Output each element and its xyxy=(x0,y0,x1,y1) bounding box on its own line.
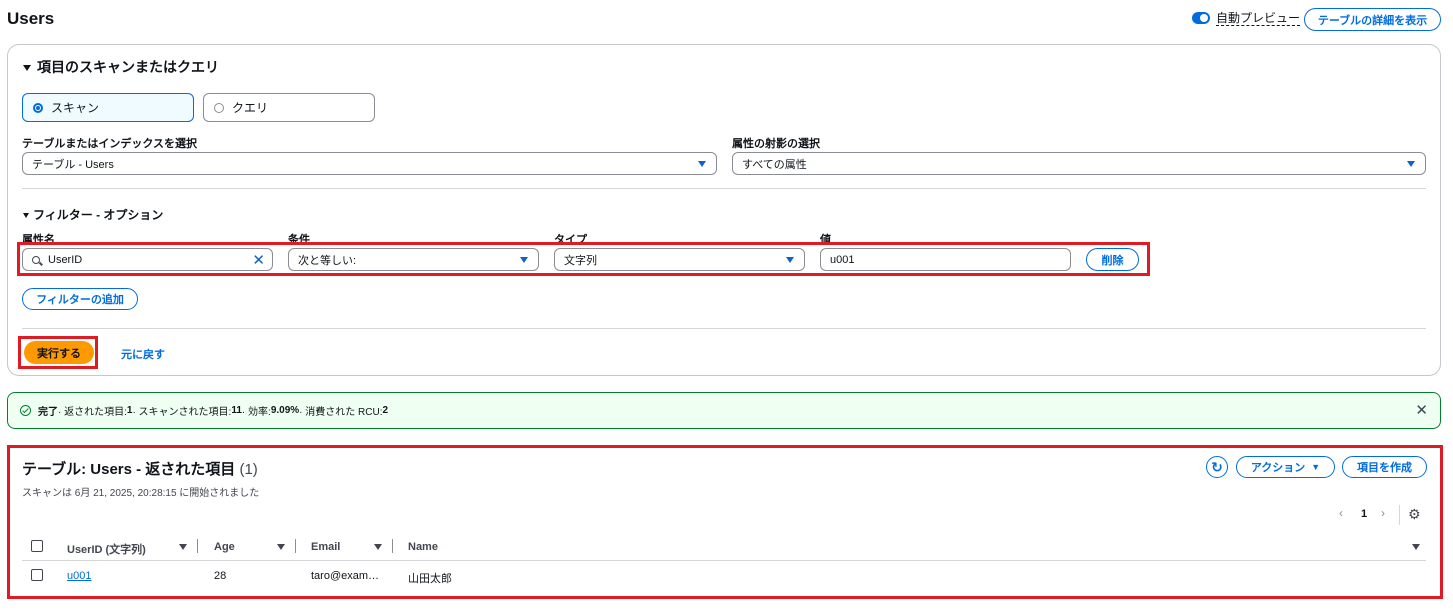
search-icon xyxy=(32,255,40,264)
table-header-divider xyxy=(22,560,1426,561)
auto-preview-toggle[interactable] xyxy=(1192,12,1210,24)
row-checkbox[interactable] xyxy=(31,569,43,581)
alert-text: · 効率: xyxy=(241,407,271,418)
collapse-caret-icon xyxy=(23,65,31,72)
alert-rcu: 2 xyxy=(382,405,389,416)
page-title: Users xyxy=(7,9,55,28)
dropdown-caret-icon xyxy=(520,257,528,263)
reset-link[interactable]: 元に戻す xyxy=(121,346,165,362)
filter-type-select[interactable]: 文字列 xyxy=(554,248,805,271)
create-item-button[interactable]: 項目を作成 xyxy=(1342,456,1427,478)
row-age: 28 xyxy=(214,570,227,582)
alert-efficiency: 9.09% xyxy=(270,405,300,416)
mode-scan-label: スキャン xyxy=(51,101,100,115)
collapse-caret-icon xyxy=(23,213,29,219)
filter-type-value: 文字列 xyxy=(564,254,597,267)
results-subtitle: スキャンは 6月 21, 2025, 20:28:15 に開始されました xyxy=(22,488,260,499)
table-select-value: テーブル - Users xyxy=(32,158,114,171)
chevron-down-icon: ▼ xyxy=(1311,462,1321,472)
dropdown-caret-icon xyxy=(1407,161,1415,167)
scan-query-heading-text: 項目のスキャンまたはクエリ xyxy=(37,59,219,75)
row-userid-link[interactable]: u001 xyxy=(67,570,91,582)
success-alert: 完了 · 返された項目: 1 · スキャンされた項目: 11 · 効率: 9.0… xyxy=(7,392,1441,429)
filter-condition-value: 次と等しい: xyxy=(298,254,357,267)
next-page-icon[interactable]: › xyxy=(1381,506,1385,520)
filter-value-input[interactable]: u001 xyxy=(820,248,1071,271)
table-select[interactable]: テーブル - Users xyxy=(22,152,717,175)
results-title-text: テーブル: Users - 返された項目 xyxy=(22,461,236,478)
results-title: テーブル: Users - 返された項目 (1) xyxy=(22,458,258,479)
sort-icon[interactable] xyxy=(374,544,382,550)
alert-scanned-count: 11 xyxy=(231,405,242,416)
column-separator[interactable] xyxy=(295,539,296,553)
radio-selected-icon xyxy=(33,102,43,113)
column-header-age[interactable]: Age xyxy=(214,541,235,553)
row-email: taro@exam… xyxy=(311,570,380,582)
projection-select[interactable]: すべての属性 xyxy=(732,152,1426,175)
refresh-icon[interactable]: ↻ xyxy=(1206,456,1228,478)
scan-query-heading[interactable]: 項目のスキャンまたはクエリ xyxy=(23,57,219,77)
column-header-userid[interactable]: UserID (文字列) xyxy=(67,541,146,557)
current-page[interactable]: 1 xyxy=(1361,508,1367,520)
divider xyxy=(22,188,1426,189)
column-header-email[interactable]: Email xyxy=(311,541,340,553)
auto-preview-label[interactable]: 自動プレビュー xyxy=(1216,11,1301,26)
actions-label: アクション xyxy=(1250,462,1306,474)
filter-value-text: u001 xyxy=(830,253,855,266)
actions-button[interactable]: アクション ▼ xyxy=(1236,456,1335,478)
filter-heading-text: フィルター - オプション xyxy=(33,208,164,222)
radio-unselected-icon xyxy=(214,102,224,113)
sort-icon[interactable] xyxy=(179,544,187,550)
success-check-icon xyxy=(20,405,31,416)
filter-condition-select[interactable]: 次と等しい: xyxy=(288,248,539,271)
gear-icon[interactable]: ⚙ xyxy=(1408,506,1421,523)
add-filter-button[interactable]: フィルターの追加 xyxy=(22,288,138,310)
column-header-name[interactable]: Name xyxy=(408,541,438,553)
prev-page-icon[interactable]: ‹ xyxy=(1339,506,1343,520)
dropdown-caret-icon xyxy=(698,161,706,167)
column-separator[interactable] xyxy=(392,539,393,553)
row-name: 山田太郎 xyxy=(408,573,452,585)
projection-select-value: すべての属性 xyxy=(742,158,807,171)
filter-section-heading[interactable]: フィルター - オプション xyxy=(23,206,163,223)
mode-scan-option[interactable]: スキャン xyxy=(22,93,194,122)
run-button[interactable]: 実行する xyxy=(24,341,94,364)
dropdown-caret-icon xyxy=(786,257,794,263)
divider xyxy=(1399,505,1400,525)
results-count: (1) xyxy=(239,461,258,478)
select-all-checkbox[interactable] xyxy=(31,540,43,552)
close-icon[interactable]: ✕ xyxy=(1415,401,1428,419)
divider xyxy=(22,328,1426,329)
alert-status: 完了 xyxy=(38,407,58,418)
view-table-details-button[interactable]: テーブルの詳細を表示 xyxy=(1304,8,1441,31)
alert-text: · 消費された RCU: xyxy=(299,407,383,418)
alert-text: · 返された項目: xyxy=(58,407,127,418)
filter-attribute-input[interactable]: UserID ✕ xyxy=(22,248,273,271)
mode-query-option[interactable]: クエリ xyxy=(203,93,375,122)
mode-query-label: クエリ xyxy=(232,101,269,115)
filter-attribute-value: UserID xyxy=(48,253,83,266)
sort-icon[interactable] xyxy=(277,544,285,550)
table-select-label: テーブルまたはインデックスを選択 xyxy=(22,138,198,150)
projection-label: 属性の射影の選択 xyxy=(732,138,820,150)
sort-icon[interactable] xyxy=(1412,544,1420,550)
column-separator[interactable] xyxy=(197,539,198,553)
clear-icon[interactable]: ✕ xyxy=(252,251,265,269)
delete-filter-button[interactable]: 削除 xyxy=(1086,248,1139,271)
alert-text: · スキャンされた項目: xyxy=(132,407,232,418)
